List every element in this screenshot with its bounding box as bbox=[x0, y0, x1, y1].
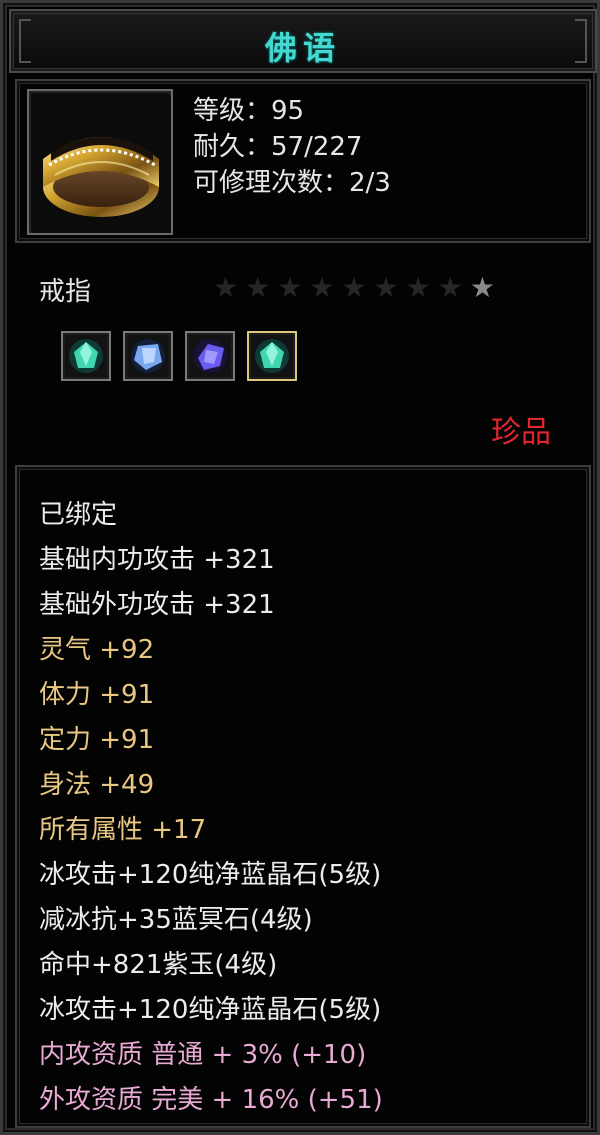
enhancement-stars: ★ ★ ★ ★ ★ ★ ★ ★ ★ bbox=[213, 273, 495, 303]
aptitude-line: 内攻资质 普通 + 3% (+10) bbox=[39, 1040, 367, 1070]
aptitude-line: 外攻资质 完美 + 16% (+51) bbox=[39, 1085, 383, 1115]
gem-slot-4[interactable] bbox=[247, 331, 297, 381]
star-icon: ★ bbox=[469, 271, 495, 304]
star-icon: ★ bbox=[437, 271, 463, 304]
ring-icon bbox=[33, 95, 171, 233]
attribute-list: 已绑定 基础内功攻击 +321 基础外功攻击 +321 灵气 +92 体力 +9… bbox=[39, 493, 383, 1123]
gem-slot-1[interactable] bbox=[61, 331, 111, 381]
star-icon: ★ bbox=[309, 271, 335, 304]
attribute-line: 身法 +49 bbox=[39, 770, 155, 800]
level-text: 等级：95 bbox=[193, 96, 305, 126]
star-icon: ★ bbox=[405, 271, 431, 304]
gem-bonus-line: 减冰抗+35蓝冥石(4级) bbox=[39, 905, 313, 935]
gem-slot-3[interactable] bbox=[185, 331, 235, 381]
gem-bonus-line: 命中+821紫玉(4级) bbox=[39, 950, 278, 980]
rarity-label: 珍品 bbox=[491, 415, 551, 450]
gem-slot-2[interactable] bbox=[123, 331, 173, 381]
bind-status: 已绑定 bbox=[39, 500, 118, 530]
attribute-line: 所有属性 +17 bbox=[39, 815, 207, 845]
attribute-line: 基础外功攻击 +321 bbox=[39, 590, 275, 620]
attribute-line: 定力 +91 bbox=[39, 725, 155, 755]
title-bar: 佛语 bbox=[9, 9, 597, 73]
repair-count-text: 可修理次数：2/3 bbox=[193, 168, 391, 198]
gem-bonus-line: 冰攻击+120纯净蓝晶石(5级) bbox=[39, 860, 382, 890]
durability-text: 耐久：57/227 bbox=[193, 132, 363, 162]
item-stats: 等级：95 耐久：57/227 可修理次数：2/3 bbox=[193, 93, 391, 201]
green-crystal-gem-icon bbox=[255, 339, 289, 373]
blue-crystal-gem-icon bbox=[131, 339, 165, 373]
star-icon: ★ bbox=[245, 271, 271, 304]
star-icon: ★ bbox=[341, 271, 367, 304]
item-name: 佛语 bbox=[264, 29, 341, 67]
star-icon: ★ bbox=[277, 271, 303, 304]
item-icon-frame bbox=[27, 89, 173, 235]
green-crystal-gem-icon bbox=[69, 339, 103, 373]
attribute-line: 体力 +91 bbox=[39, 680, 155, 710]
attribute-line: 灵气 +92 bbox=[39, 635, 155, 665]
item-header-panel: 等级：95 耐久：57/227 可修理次数：2/3 bbox=[15, 79, 591, 243]
gem-slots bbox=[61, 331, 297, 381]
item-type-label: 戒指 bbox=[39, 277, 92, 307]
purple-crystal-gem-icon bbox=[193, 339, 227, 373]
star-icon: ★ bbox=[213, 271, 239, 304]
gem-bonus-line: 冰攻击+120纯净蓝晶石(5级) bbox=[39, 995, 382, 1025]
star-icon: ★ bbox=[373, 271, 399, 304]
attribute-line: 基础内功攻击 +321 bbox=[39, 545, 275, 575]
item-tooltip-window: 佛语 等级：95 耐久：57/227 可修理次数：2/3 戒指 ★ ★ ★ ★ … bbox=[0, 0, 600, 1135]
attributes-panel: 已绑定 基础内功攻击 +321 基础外功攻击 +321 灵气 +92 体力 +9… bbox=[15, 465, 591, 1128]
